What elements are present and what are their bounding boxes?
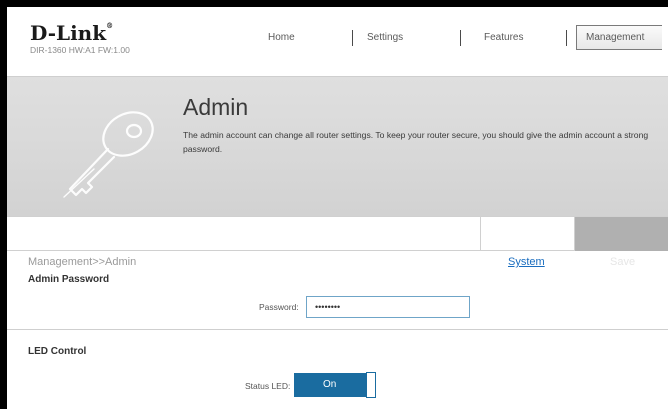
window-edge-top <box>0 0 668 7</box>
nav-separator <box>460 30 461 46</box>
dlink-logo[interactable]: D-Link® <box>30 21 113 45</box>
nav-features[interactable]: Features <box>484 32 523 43</box>
nav-separator <box>566 30 567 46</box>
router-admin-page: D-Link® DIR-1360 HW:A1 FW:1.00 Home Sett… <box>0 0 668 409</box>
nav-settings[interactable]: Settings <box>367 32 403 43</box>
led-control-heading: LED Control <box>28 346 87 357</box>
password-input[interactable] <box>306 296 470 318</box>
status-led-toggle[interactable]: On <box>294 372 379 398</box>
status-led-label: Status LED: <box>245 381 291 391</box>
model-info: DIR-1360 HW:A1 FW:1.00 <box>30 45 130 55</box>
registered-mark: ® <box>106 21 114 30</box>
nav-home[interactable]: Home <box>268 32 295 43</box>
logo-text: D-Link <box>30 21 107 45</box>
window-edge-left <box>0 0 7 409</box>
system-link[interactable]: System <box>508 256 545 268</box>
toggle-knob[interactable] <box>366 372 376 398</box>
toggle-state-label: On <box>323 379 337 390</box>
key-icon <box>63 111 154 198</box>
admin-password-heading: Admin Password <box>28 274 110 285</box>
nav-management[interactable]: Management <box>586 32 644 43</box>
breadcrumb: Management>>Admin <box>28 256 137 268</box>
page-title: Admin <box>183 94 249 120</box>
system-tab[interactable] <box>480 217 575 251</box>
password-label: Password: <box>259 302 299 312</box>
page-description: The admin account can change all router … <box>183 130 649 154</box>
save-button[interactable] <box>575 217 668 251</box>
section-divider <box>7 329 668 330</box>
save-button-label: Save <box>610 256 636 268</box>
nav-separator <box>352 30 353 46</box>
